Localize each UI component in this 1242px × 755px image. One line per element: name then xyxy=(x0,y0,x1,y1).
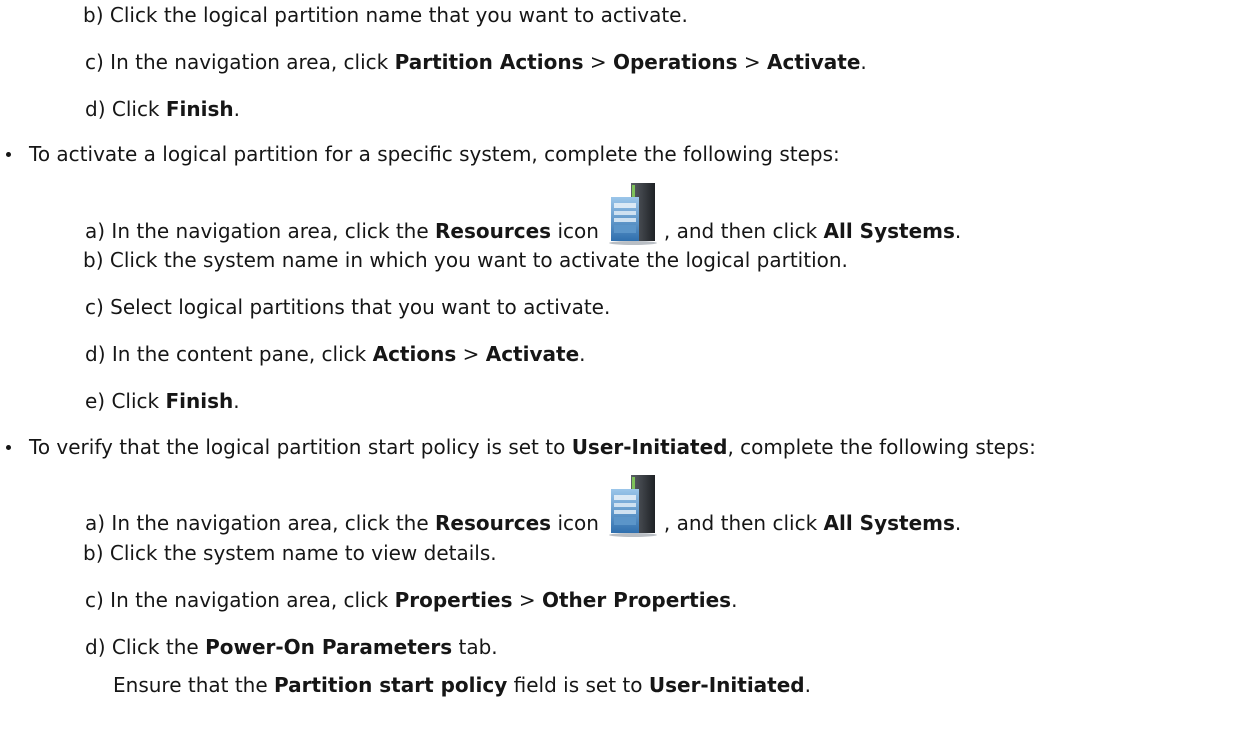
menu-separator: > xyxy=(462,342,480,366)
step-b-specific-system: b) Click the system name in which you wa… xyxy=(83,248,848,272)
resources-icon xyxy=(607,475,658,537)
step-d-prior: d) Click Finish. xyxy=(85,97,240,121)
resources-icon xyxy=(607,183,658,245)
step-text: icon xyxy=(557,511,599,535)
ui-term-finish: Finish xyxy=(165,97,234,121)
ui-term-resources: Resources xyxy=(435,511,552,535)
bullet-item-specific-system: To activate a logical partition for a sp… xyxy=(29,142,840,166)
period: . xyxy=(954,511,962,535)
step-text: , and then click xyxy=(663,511,818,535)
ui-term-user-initiated: User-Initiated xyxy=(648,673,805,697)
step-text: icon xyxy=(557,219,599,243)
step-text: Ensure that the xyxy=(113,673,268,697)
step-text: Click the system name in which you want … xyxy=(109,248,848,272)
step-label: b) xyxy=(83,3,104,27)
ui-term-activate: Activate xyxy=(485,342,580,366)
step-a-specific-system: a) In the navigation area, click the Res… xyxy=(85,175,961,245)
period: . xyxy=(860,50,867,74)
ui-term-partition-actions: Partition Actions xyxy=(394,50,584,74)
ui-term-operations: Operations xyxy=(612,50,738,74)
step-text: Select logical partitions that you want … xyxy=(110,295,611,319)
step-text: In the navigation area, click the xyxy=(111,219,429,243)
step-d-specific-system: d) In the content pane, click Actions > … xyxy=(85,342,586,366)
step-label: c) xyxy=(85,588,104,612)
ui-term-other-properties: Other Properties xyxy=(541,588,732,612)
period: . xyxy=(804,673,811,697)
step-c-prior: c) In the navigation area, click Partiti… xyxy=(85,50,867,74)
ui-term-partition-start-policy: Partition start policy xyxy=(274,673,508,697)
step-text: Click the system name to view details. xyxy=(109,541,497,565)
step-text: , complete the following steps: xyxy=(727,435,1036,459)
ui-term-all-systems: All Systems xyxy=(823,511,955,535)
step-c-specific-system: c) Select logical partitions that you wa… xyxy=(85,295,610,319)
step-label: e) xyxy=(85,389,106,413)
step-text: Click xyxy=(111,97,160,121)
menu-separator: > xyxy=(589,50,607,74)
ui-term-activate: Activate xyxy=(767,50,861,74)
ui-term-properties: Properties xyxy=(394,588,513,612)
step-label: b) xyxy=(83,541,104,565)
ui-term-actions: Actions xyxy=(372,342,457,366)
step-text: To verify that the logical partition sta… xyxy=(29,435,566,459)
step-label: a) xyxy=(85,219,106,243)
step-text: Click the logical partition name that yo… xyxy=(109,3,688,27)
step-text: In the content pane, click xyxy=(111,342,367,366)
step-text: field is set to xyxy=(513,673,643,697)
ui-term-finish: Finish xyxy=(165,389,234,413)
step-text: In the navigation area, click the xyxy=(111,511,429,535)
ui-term-all-systems: All Systems xyxy=(823,219,955,243)
period: . xyxy=(731,588,738,612)
step-text: tab. xyxy=(458,635,498,659)
step-label: d) xyxy=(85,635,106,659)
step-text: In the navigation area, click xyxy=(110,50,389,74)
period: . xyxy=(233,389,240,413)
step-text: Click the xyxy=(111,635,199,659)
step-label: a) xyxy=(85,511,106,535)
bullet-icon xyxy=(6,445,11,450)
step-text: Click xyxy=(111,389,160,413)
step-c-verify: c) In the navigation area, click Propert… xyxy=(85,588,737,612)
period: . xyxy=(579,342,586,366)
step-e-specific-system: e) Click Finish. xyxy=(85,389,240,413)
bullet-item-verify-start-policy: To verify that the logical partition sta… xyxy=(29,435,1036,459)
ui-term-resources: Resources xyxy=(435,219,552,243)
step-d-verify: d) Click the Power-On Parameters tab. xyxy=(85,635,498,659)
menu-separator: > xyxy=(518,588,536,612)
ui-term-user-initiated: User-Initiated xyxy=(571,435,728,459)
step-b-verify: b) Click the system name to view details… xyxy=(83,541,497,565)
period: . xyxy=(233,97,240,121)
bullet-icon xyxy=(6,152,11,157)
step-label: b) xyxy=(83,248,104,272)
period: . xyxy=(954,219,962,243)
step-text: In the navigation area, click xyxy=(110,588,389,612)
step-label: d) xyxy=(85,97,106,121)
step-label: c) xyxy=(85,295,104,319)
step-a-verify: a) In the navigation area, click the Res… xyxy=(85,467,961,537)
ui-term-power-on-parameters: Power-On Parameters xyxy=(205,635,453,659)
step-text: , and then click xyxy=(663,219,818,243)
menu-separator: > xyxy=(743,50,761,74)
step-d-verify-note: Ensure that the Partition start policy f… xyxy=(113,673,811,697)
step-label: d) xyxy=(85,342,106,366)
step-b-prior: b) Click the logical partition name that… xyxy=(83,3,688,27)
step-label: c) xyxy=(85,50,104,74)
